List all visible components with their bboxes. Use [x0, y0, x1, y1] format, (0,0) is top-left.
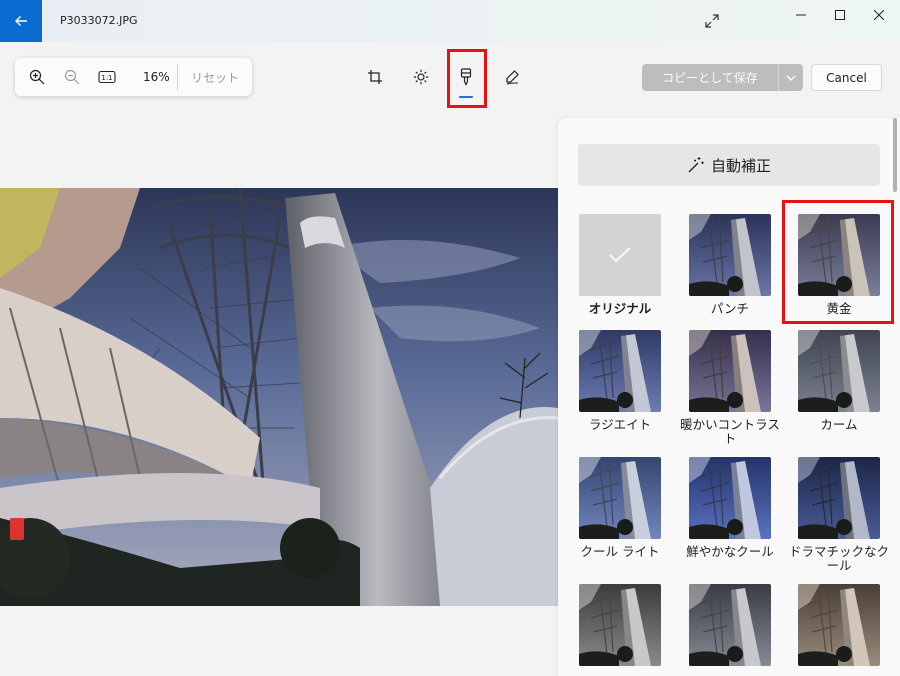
active-tool-indicator	[459, 96, 473, 98]
minimize-icon	[796, 14, 806, 16]
auto-enhance-label: 自動補正	[710, 156, 771, 175]
back-button[interactable]	[0, 0, 42, 42]
filter-thumbnail[interactable]	[798, 584, 880, 666]
filter-preview-image	[579, 330, 661, 412]
zoom-out-button[interactable]	[60, 66, 84, 88]
expand-icon	[705, 14, 719, 28]
filter-label: 黄金	[826, 301, 852, 316]
save-copy-button[interactable]: コピーとして保存	[642, 64, 778, 91]
pen-icon	[506, 70, 519, 85]
maximize-icon	[835, 10, 845, 20]
photo-image	[0, 188, 558, 606]
filter-label: オリジナル	[588, 301, 652, 316]
crop-tool-button[interactable]	[362, 64, 388, 90]
filter-label: ドラマチックなクール	[788, 544, 889, 573]
maximize-button[interactable]	[825, 4, 855, 26]
actual-size-label: 1:1	[101, 74, 112, 82]
filter-thumbnail[interactable]	[579, 584, 661, 666]
photo-canvas[interactable]	[0, 188, 558, 606]
filter-thumbnail[interactable]	[798, 214, 880, 296]
panel-scrollbar[interactable]	[893, 118, 897, 676]
filter-thumbnail[interactable]	[579, 214, 661, 296]
magic-wand-icon	[688, 157, 704, 173]
crop-icon	[368, 70, 382, 84]
auto-enhance-button[interactable]: 自動補正	[578, 144, 880, 186]
filter-thumbnail[interactable]	[798, 330, 880, 412]
filter-thumbnail[interactable]	[689, 457, 771, 539]
title-bar: P3033072.JPG	[0, 0, 900, 42]
close-icon	[874, 10, 884, 20]
filter-label: 鮮やかなクール	[686, 544, 774, 559]
filter-label: ラジエイト	[588, 417, 652, 432]
filter-preview-image	[689, 214, 771, 296]
cancel-button[interactable]: Cancel	[811, 64, 882, 91]
filter-preview-image	[798, 457, 880, 539]
minimize-button[interactable]	[786, 4, 816, 26]
filter-preview-image	[689, 584, 771, 666]
fullscreen-button[interactable]	[700, 10, 724, 32]
reset-button[interactable]: リセット	[191, 69, 239, 86]
adjust-tool-button[interactable]	[408, 64, 434, 90]
chevron-down-icon	[786, 75, 796, 81]
filter-brush-icon	[460, 68, 472, 86]
close-button[interactable]	[864, 4, 894, 26]
zoom-in-icon	[29, 69, 45, 85]
filter-thumbnail[interactable]	[579, 330, 661, 412]
filter-preview-image	[798, 214, 880, 296]
filter-thumbnail[interactable]	[689, 584, 771, 666]
filter-preview-image	[579, 584, 661, 666]
filter-label: 暖かいコントラスト	[680, 417, 780, 446]
zoom-toolbar: 1:1 16% リセット	[15, 58, 252, 96]
save-options-dropdown[interactable]	[778, 64, 803, 91]
filter-thumbnail[interactable]	[689, 214, 771, 296]
filter-label: カーム	[820, 417, 858, 432]
checkmark-icon	[609, 247, 631, 263]
filter-preview-image	[689, 457, 771, 539]
filter-preview-image	[798, 330, 880, 412]
filter-thumbnail[interactable]	[579, 457, 661, 539]
zoom-level: 16%	[143, 70, 170, 84]
back-arrow-icon	[15, 16, 27, 26]
markup-tool-button[interactable]	[499, 64, 525, 90]
filter-tool-button[interactable]	[453, 64, 479, 90]
filter-preview-image	[579, 457, 661, 539]
zoom-out-icon	[64, 69, 80, 85]
zoom-in-button[interactable]	[25, 66, 49, 88]
toolbar-divider	[177, 64, 178, 90]
filter-thumbnail[interactable]	[689, 330, 771, 412]
filter-preview-image	[689, 330, 771, 412]
brightness-icon	[413, 69, 429, 85]
filter-label: クール ライト	[580, 544, 660, 559]
filter-thumbnail[interactable]	[798, 457, 880, 539]
filter-label: パンチ	[710, 301, 750, 316]
actual-size-button[interactable]: 1:1	[95, 66, 119, 88]
filters-panel: 自動補正 オリジナル パンチ 黄金ラジエイト 暖かいコントラスト カームクール ライト 鮮…	[558, 118, 900, 676]
file-name: P3033072.JPG	[60, 14, 138, 27]
photos-editor-window: P3033072.JPG 1:1 16% リセット コピーとして保存 Cance…	[0, 0, 900, 676]
scrollbar-thumb[interactable]	[893, 118, 897, 192]
filter-preview-image	[798, 584, 880, 666]
actual-size-icon: 1:1	[98, 70, 116, 84]
